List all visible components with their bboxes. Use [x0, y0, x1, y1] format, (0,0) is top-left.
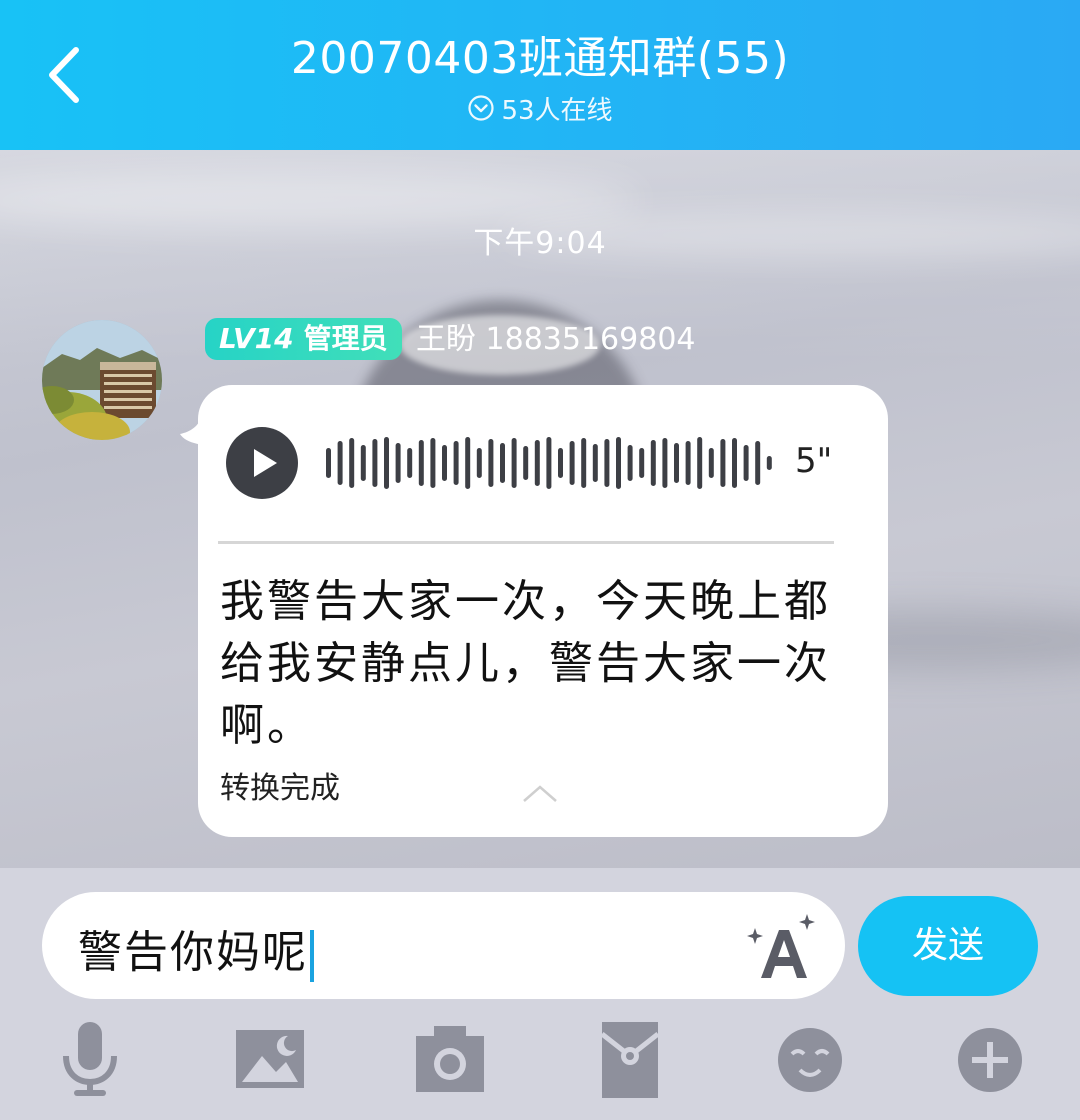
- message-timestamp: 下午9:04: [473, 226, 607, 261]
- waveform-bar: [372, 439, 378, 487]
- waveform-bar: [627, 445, 633, 481]
- waveform-bar: [766, 456, 772, 470]
- camera-icon[interactable]: [410, 1020, 490, 1100]
- message-input-value[interactable]: 警告你妈呢: [78, 916, 314, 982]
- message-input[interactable]: 警告你妈呢: [42, 892, 845, 999]
- waveform-bar: [708, 448, 714, 478]
- send-button[interactable]: 发送: [858, 896, 1038, 996]
- waveform-bar: [720, 439, 726, 487]
- red-packet-icon[interactable]: [590, 1020, 670, 1100]
- waveform-bar: [697, 437, 703, 489]
- waveform-bar: [604, 439, 610, 487]
- waveform-bar: [465, 437, 471, 489]
- voice-transcript-text: 我警告大家一次，今天晚上都给我安静点儿，警告大家一次啊。: [220, 576, 831, 751]
- waveform-bar: [685, 441, 691, 485]
- waveform-bar: [500, 443, 505, 483]
- waveform-bar: [743, 445, 749, 481]
- composer-toolbar: [0, 1008, 1080, 1120]
- waveform-bar: [395, 443, 401, 483]
- waveform-bar: [430, 438, 436, 488]
- microphone-icon[interactable]: [50, 1020, 130, 1100]
- waveform-bar: [488, 439, 494, 487]
- waveform-bar: [616, 437, 621, 489]
- waveform-bar: [592, 444, 598, 482]
- waveform-bar: [337, 441, 343, 485]
- chat-title[interactable]: 20070403班通知群(55): [0, 22, 1080, 86]
- sender-name[interactable]: 王盼 18835169804: [416, 320, 696, 360]
- waveform-bar: [569, 441, 575, 485]
- plus-icon[interactable]: [950, 1020, 1030, 1100]
- voice-waveform: [326, 437, 772, 489]
- avatar-image: [42, 320, 162, 440]
- waveform-bar: [418, 440, 424, 486]
- waveform-bar: [581, 438, 587, 488]
- waveform-bar: [349, 438, 355, 488]
- voice-duration: 5": [795, 441, 833, 481]
- waveform-bar: [326, 448, 331, 478]
- online-text: 53人在线: [501, 96, 613, 126]
- chevron-up-icon[interactable]: [522, 783, 558, 803]
- role-label: 管理员: [303, 322, 388, 355]
- play-icon: [254, 449, 277, 477]
- waveform-bar: [384, 437, 389, 489]
- waveform-bar: [534, 440, 540, 486]
- waveform-bar: [755, 441, 761, 485]
- waveform-bar: [407, 448, 413, 478]
- waveform-bar: [476, 448, 482, 478]
- waveform-bar: [511, 438, 517, 488]
- composer: 警告你妈呢 发送: [0, 868, 1080, 1120]
- text-caret: [310, 929, 314, 982]
- waveform-bar: [453, 441, 459, 485]
- online-count[interactable]: 53人在线: [0, 90, 1080, 129]
- top-bar: 20070403班通知群(55) 53人在线: [0, 0, 1080, 150]
- waveform-bar: [523, 446, 529, 480]
- play-button[interactable]: [226, 427, 298, 499]
- chat-area[interactable]: 下午9:04 LV14 管理员 王盼 18835169804 5" 我警告大家一…: [0, 150, 1080, 868]
- waveform-bar: [360, 445, 366, 481]
- waveform-bar: [639, 448, 645, 478]
- level-label: LV14: [219, 322, 294, 355]
- voice-message-bubble[interactable]: 5" 我警告大家一次，今天晚上都给我安静点儿，警告大家一次啊。 转换完成: [198, 385, 888, 837]
- waveform-bar: [442, 445, 447, 481]
- waveform-bar: [732, 438, 737, 488]
- avatar[interactable]: [42, 320, 162, 440]
- member-level-badge: LV14 管理员: [205, 318, 402, 360]
- chevron-down-circle-icon: [467, 94, 495, 129]
- emoji-icon[interactable]: [770, 1020, 850, 1100]
- image-icon[interactable]: [230, 1020, 310, 1100]
- waveform-bar: [650, 440, 656, 486]
- waveform-bar: [674, 443, 679, 483]
- waveform-bar: [662, 438, 668, 488]
- waveform-bar: [558, 448, 563, 478]
- transcript-status: 转换完成: [220, 771, 340, 806]
- waveform-bar: [546, 437, 552, 489]
- divider: [218, 541, 834, 544]
- font-style-icon[interactable]: [747, 914, 819, 980]
